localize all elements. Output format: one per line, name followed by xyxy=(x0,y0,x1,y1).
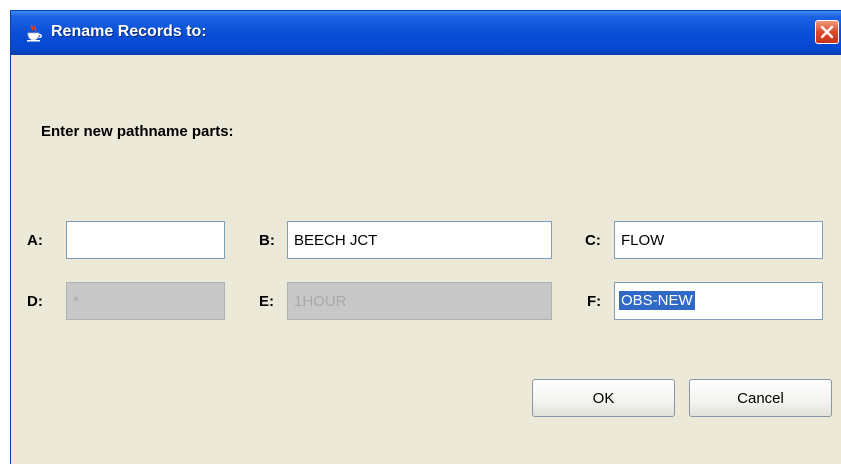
part-e-input xyxy=(287,282,552,320)
part-d-input xyxy=(66,282,225,320)
label-c: C: xyxy=(585,232,601,249)
rename-records-dialog: Rename Records to: Enter new pathname pa… xyxy=(10,10,841,464)
title-bar[interactable]: Rename Records to: xyxy=(11,11,841,55)
selected-text: OBS-NEW xyxy=(619,291,695,310)
cancel-button[interactable]: Cancel xyxy=(689,379,832,417)
instructions-heading: Enter new pathname parts: xyxy=(41,123,234,140)
label-b: B: xyxy=(259,232,275,249)
close-icon xyxy=(820,25,834,39)
part-f-input[interactable]: OBS-NEW xyxy=(614,282,823,320)
label-f: F: xyxy=(587,293,602,310)
label-a: A: xyxy=(27,232,43,249)
label-d: D: xyxy=(27,293,43,310)
ok-button[interactable]: OK xyxy=(532,379,675,417)
part-c-input[interactable] xyxy=(614,221,823,259)
window-title: Rename Records to: xyxy=(51,23,207,40)
close-button[interactable] xyxy=(815,20,839,44)
java-cup-icon xyxy=(25,24,43,42)
label-e: E: xyxy=(259,293,274,310)
dialog-body: Enter new pathname parts: A: B: C: D: E:… xyxy=(11,55,841,464)
part-b-input[interactable] xyxy=(287,221,552,259)
part-a-input[interactable] xyxy=(66,221,225,259)
